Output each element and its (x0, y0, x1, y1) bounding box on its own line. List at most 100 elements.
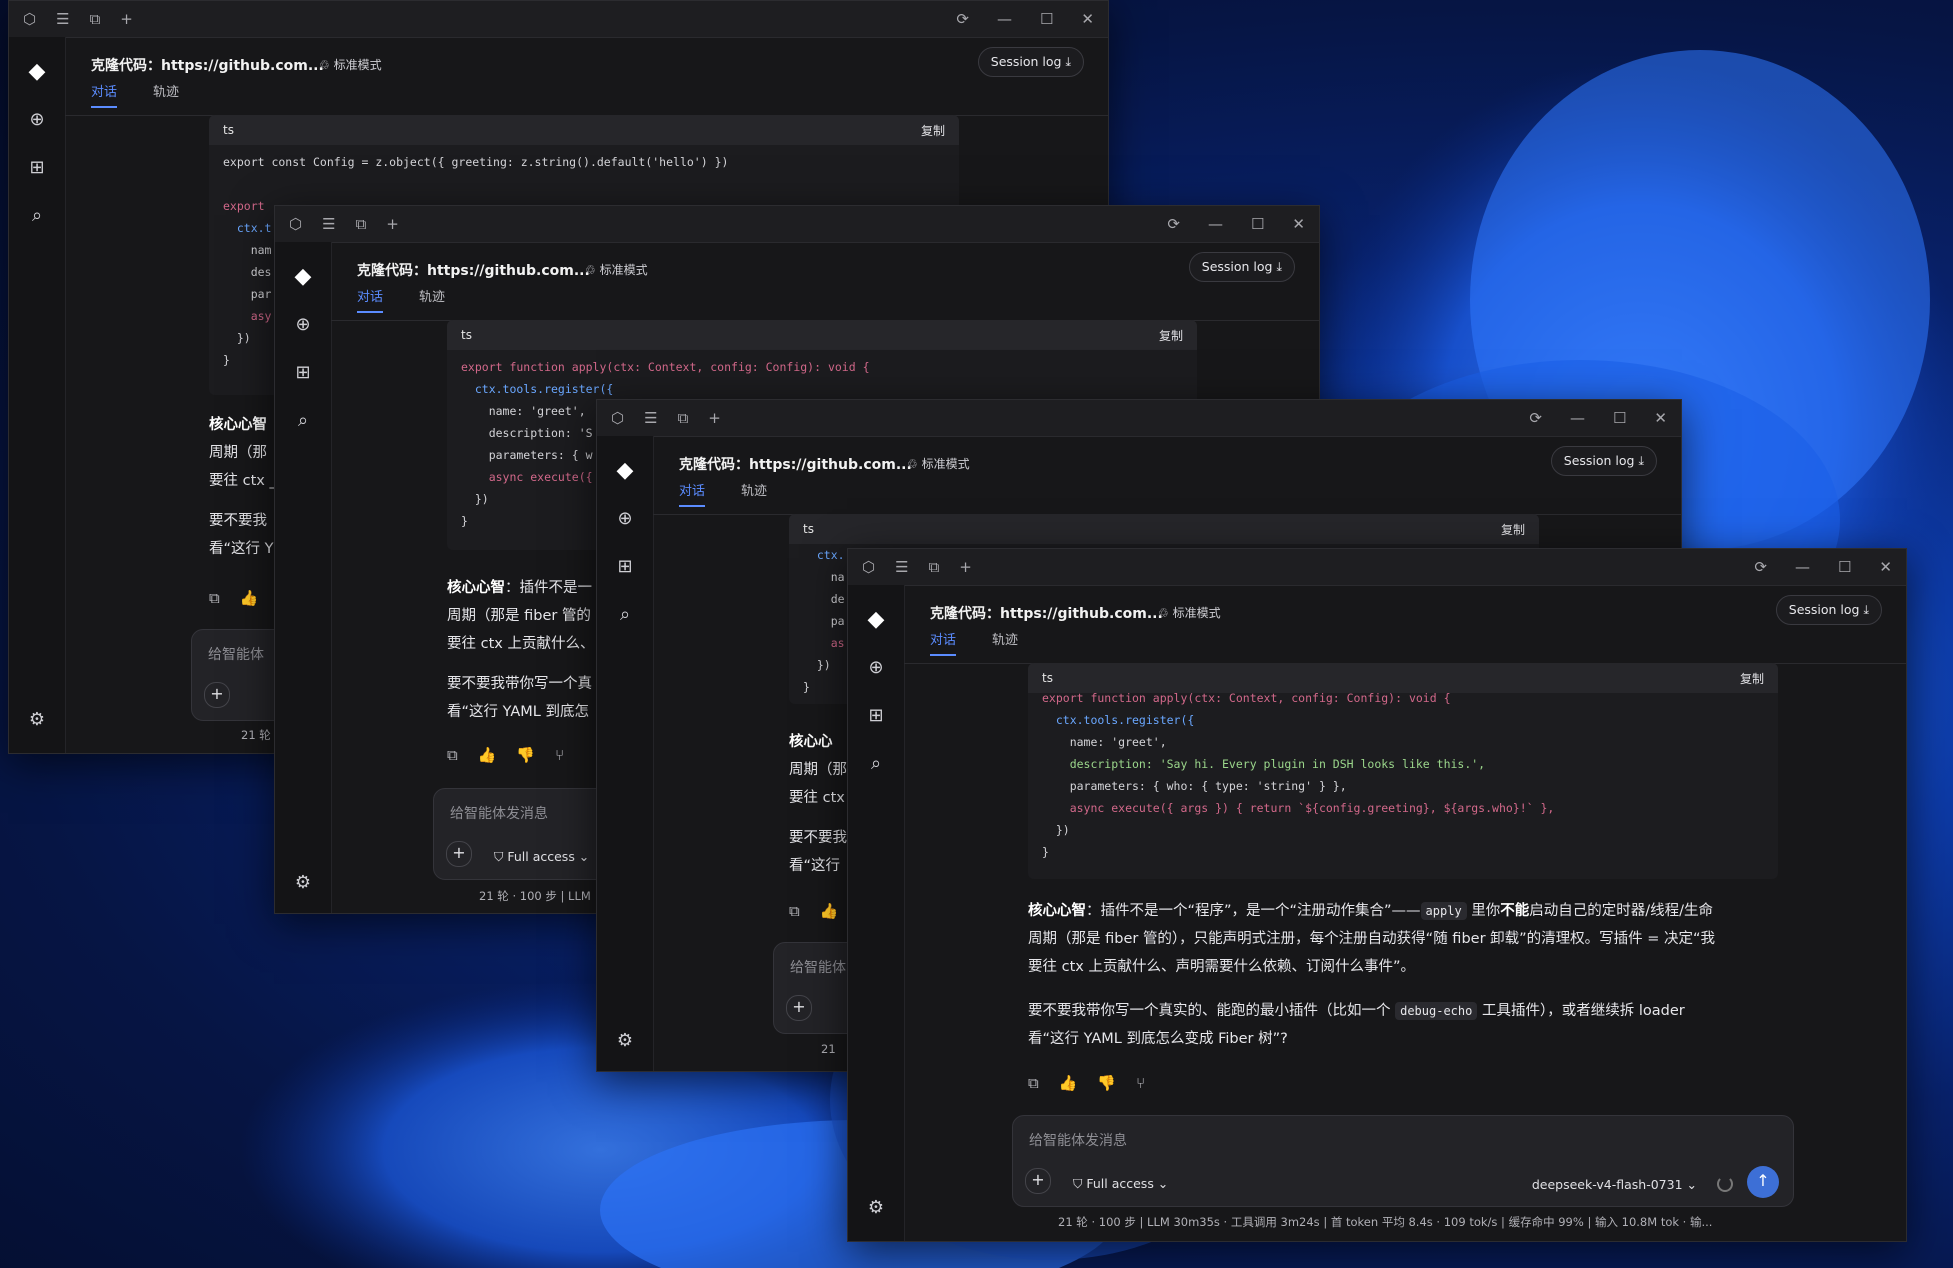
session-log-button[interactable]: Session log ⤓ (1550, 446, 1657, 476)
session-log-button[interactable]: Session log ⤓ (1188, 252, 1295, 282)
mode-label[interactable]: ♲ 标准模式 (319, 56, 382, 73)
message-actions: ⧉ 👍 👎 ⑂ (1028, 1074, 1145, 1092)
page-title: 克隆代码：https://github.com... (91, 58, 324, 74)
new-chat-icon[interactable]: ⊕ (275, 314, 331, 335)
mode-label[interactable]: ♲ 标准模式 (907, 455, 970, 472)
attach-button[interactable]: + (786, 995, 812, 1021)
thumbs-up-icon[interactable]: 👍 (478, 746, 497, 764)
send-button[interactable]: ↑ (1747, 1166, 1779, 1198)
copy-icon[interactable]: ⧉ (1028, 1074, 1039, 1092)
tab-trace[interactable]: 轨迹 (741, 480, 767, 507)
composer-placeholder[interactable]: 给智能体发消息 (450, 803, 548, 823)
maximize-icon[interactable]: ☐ (1251, 215, 1264, 233)
search-icon[interactable]: ⌕ (9, 205, 65, 226)
copy-button[interactable]: 复制 (1159, 327, 1183, 344)
search-icon[interactable]: ⌕ (275, 410, 331, 431)
tab-chat[interactable]: 对话 (930, 629, 957, 656)
add-project-icon[interactable]: ⊞ (275, 362, 331, 383)
share-icon[interactable]: ⧉ (90, 10, 101, 28)
minimize-icon[interactable]: — (1208, 215, 1223, 233)
settings-icon[interactable]: ⚙ (848, 1197, 904, 1218)
sliders-icon[interactable]: ☰ (895, 558, 908, 576)
minimize-icon[interactable]: — (1795, 558, 1810, 576)
share-icon[interactable]: ⧉ (929, 558, 940, 576)
minimize-icon[interactable]: — (997, 10, 1012, 28)
whale-logo-icon[interactable]: ◆ (848, 607, 904, 632)
close-icon[interactable]: ✕ (1654, 409, 1667, 427)
add-project-icon[interactable]: ⊞ (597, 556, 653, 577)
tab-trace[interactable]: 轨迹 (419, 286, 445, 313)
attach-button[interactable]: + (1025, 1168, 1051, 1194)
composer-placeholder[interactable]: 给智能体发消息 (1029, 1130, 1127, 1150)
cube-icon[interactable]: ⬡ (289, 215, 302, 233)
share-icon[interactable]: ⧉ (678, 409, 689, 427)
attach-button[interactable]: + (446, 841, 472, 867)
add-project-icon[interactable]: ⊞ (848, 705, 904, 726)
settings-icon[interactable]: ⚙ (275, 872, 331, 893)
thumbs-up-icon[interactable]: 👍 (240, 589, 259, 607)
cube-icon[interactable]: ⬡ (23, 10, 36, 28)
refresh-icon[interactable]: ⟳ (1529, 409, 1542, 427)
thumbs-down-icon[interactable]: 👎 (1097, 1074, 1116, 1092)
new-chat-icon[interactable]: ⊕ (9, 109, 65, 130)
copy-icon[interactable]: ⧉ (447, 746, 458, 764)
close-icon[interactable]: ✕ (1879, 558, 1892, 576)
new-chat-icon[interactable]: ⊕ (848, 657, 904, 678)
tab-trace[interactable]: 轨迹 (992, 629, 1018, 656)
branch-icon[interactable]: ⑂ (1136, 1074, 1145, 1092)
minimize-icon[interactable]: — (1570, 409, 1585, 427)
thumbs-up-icon[interactable]: 👍 (820, 902, 839, 920)
sliders-icon[interactable]: ☰ (56, 10, 69, 28)
plus-icon[interactable]: + (708, 409, 721, 427)
composer-placeholder[interactable]: 给智能体 (208, 644, 264, 664)
close-icon[interactable]: ✕ (1292, 215, 1305, 233)
search-icon[interactable]: ⌕ (597, 604, 653, 625)
session-log-button[interactable]: Session log ⤓ (977, 47, 1084, 77)
refresh-icon[interactable]: ⟳ (956, 10, 969, 28)
settings-icon[interactable]: ⚙ (9, 709, 65, 730)
attach-button[interactable]: + (204, 682, 230, 708)
tab-chat[interactable]: 对话 (357, 286, 384, 313)
sliders-icon[interactable]: ☰ (644, 409, 657, 427)
tab-chat[interactable]: 对话 (91, 81, 118, 108)
plus-icon[interactable]: + (959, 558, 972, 576)
refresh-icon[interactable]: ⟳ (1754, 558, 1767, 576)
search-icon[interactable]: ⌕ (848, 753, 904, 774)
branch-icon[interactable]: ⑂ (555, 746, 564, 764)
access-selector[interactable]: ⛉ Full access ⌄ (1073, 1176, 1168, 1192)
close-icon[interactable]: ✕ (1081, 10, 1094, 28)
copy-button[interactable]: 复制 (1501, 521, 1525, 538)
refresh-icon[interactable]: ⟳ (1167, 215, 1180, 233)
copy-button[interactable]: 复制 (1740, 670, 1764, 687)
copy-icon[interactable]: ⧉ (789, 902, 800, 920)
maximize-icon[interactable]: ☐ (1040, 10, 1053, 28)
plus-icon[interactable]: + (386, 215, 399, 233)
titlebar: ⬡ ☰ ⧉ + ⟳ — ☐ ✕ (848, 549, 1906, 586)
cube-icon[interactable]: ⬡ (611, 409, 624, 427)
thumbs-down-icon[interactable]: 👎 (516, 746, 535, 764)
cube-icon[interactable]: ⬡ (862, 558, 875, 576)
whale-logo-icon[interactable]: ◆ (275, 264, 331, 289)
thumbs-up-icon[interactable]: 👍 (1059, 1074, 1078, 1092)
maximize-icon[interactable]: ☐ (1838, 558, 1851, 576)
mode-label[interactable]: ♲ 标准模式 (1158, 604, 1221, 621)
model-selector[interactable]: deepseek-v4-flash-0731 ⌄ (1532, 1177, 1697, 1192)
maximize-icon[interactable]: ☐ (1613, 409, 1626, 427)
whale-logo-icon[interactable]: ◆ (9, 59, 65, 84)
sliders-icon[interactable]: ☰ (322, 215, 335, 233)
plus-icon[interactable]: + (120, 10, 133, 28)
tab-chat[interactable]: 对话 (679, 480, 706, 507)
copy-icon[interactable]: ⧉ (209, 589, 220, 607)
copy-button[interactable]: 复制 (921, 122, 945, 139)
composer-placeholder[interactable]: 给智能体 (790, 957, 846, 977)
share-icon[interactable]: ⧉ (356, 215, 367, 233)
settings-icon[interactable]: ⚙ (597, 1030, 653, 1051)
access-selector[interactable]: ⛉ Full access ⌄ (494, 849, 589, 865)
mode-label[interactable]: ♲ 标准模式 (585, 261, 648, 278)
tab-bar: 对话 轨迹 (91, 81, 179, 108)
whale-logo-icon[interactable]: ◆ (597, 458, 653, 483)
add-project-icon[interactable]: ⊞ (9, 157, 65, 178)
tab-trace[interactable]: 轨迹 (153, 81, 179, 108)
session-log-button[interactable]: Session log ⤓ (1775, 595, 1882, 625)
new-chat-icon[interactable]: ⊕ (597, 508, 653, 529)
